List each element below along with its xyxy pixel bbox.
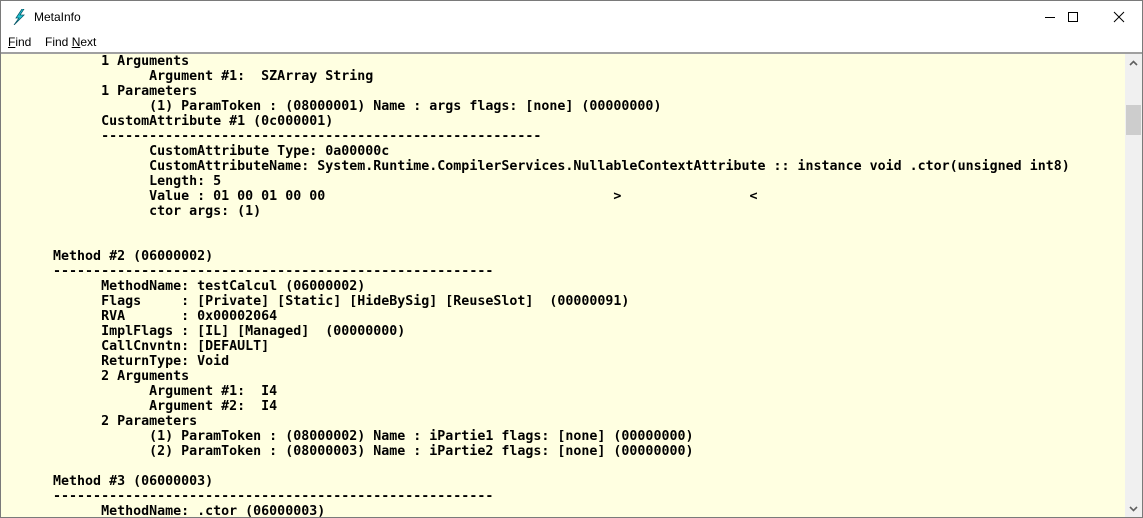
vertical-scrollbar[interactable] bbox=[1125, 54, 1142, 517]
metadata-line: Length: 5 bbox=[5, 174, 222, 189]
metadata-line: RVA : 0x00002064 bbox=[5, 309, 278, 324]
chevron-down-icon bbox=[1129, 505, 1138, 512]
menu-bar: Find Find Next bbox=[1, 33, 1142, 52]
metadata-line: (1) ParamToken : (08000001) Name : args … bbox=[5, 99, 662, 114]
scroll-thumb[interactable] bbox=[1126, 105, 1141, 135]
menu-find[interactable]: Find bbox=[8, 35, 31, 49]
metadata-line bbox=[5, 234, 1125, 249]
title-bar[interactable]: MetaInfo bbox=[1, 1, 1142, 33]
metadata-line bbox=[5, 219, 1125, 234]
close-icon bbox=[1113, 11, 1125, 23]
metadata-line: ----------------------------------------… bbox=[5, 489, 494, 504]
metadata-text-view[interactable]: 1 Arguments Argument #1: SZArray String … bbox=[1, 54, 1125, 517]
metadata-line: Argument #1: SZArray String bbox=[5, 69, 374, 84]
scroll-up-button[interactable] bbox=[1125, 54, 1142, 71]
scroll-down-button[interactable] bbox=[1125, 500, 1142, 517]
metadata-line: CustomAttributeName: System.Runtime.Comp… bbox=[5, 159, 1070, 174]
metadata-line: ImplFlags : [IL] [Managed] (00000000) bbox=[5, 324, 406, 339]
metadata-line: Argument #1: I4 bbox=[5, 384, 278, 399]
menu-find-next[interactable]: Find Next bbox=[45, 35, 96, 49]
lightning-app-icon bbox=[13, 9, 25, 25]
metadata-line: Argument #2: I4 bbox=[5, 399, 278, 414]
metadata-line: MethodName: .ctor (06000003) bbox=[5, 504, 326, 517]
metadata-line: Method #2 (06000002) bbox=[5, 249, 214, 264]
metadata-lines: 1 Arguments Argument #1: SZArray String … bbox=[1, 54, 1125, 517]
metadata-line bbox=[5, 459, 1125, 474]
metadata-line: 2 Parameters bbox=[5, 414, 198, 429]
window-title: MetaInfo bbox=[34, 10, 81, 24]
maximize-button[interactable] bbox=[1050, 1, 1096, 33]
metadata-line: (1) ParamToken : (08000002) Name : iPart… bbox=[5, 429, 694, 444]
metadata-line: Value : 01 00 01 00 00 > < bbox=[5, 189, 758, 204]
metadata-line: ctor args: (1) bbox=[5, 204, 262, 219]
metadata-line: 1 Arguments bbox=[5, 54, 190, 69]
metadata-line: (2) ParamToken : (08000003) Name : iPart… bbox=[5, 444, 694, 459]
metadata-line: ----------------------------------------… bbox=[5, 129, 542, 144]
maximize-icon bbox=[1068, 12, 1078, 22]
metadata-line: CustomAttribute Type: 0a00000c bbox=[5, 144, 390, 159]
metadata-line: ----------------------------------------… bbox=[5, 264, 494, 279]
metadata-line: MethodName: testCalcul (06000002) bbox=[5, 279, 366, 294]
metadata-line: CallCnvntn: [DEFAULT] bbox=[5, 339, 270, 354]
metadata-line: Flags : [Private] [Static] [HideBySig] [… bbox=[5, 294, 630, 309]
metadata-line: Method #3 (06000003) bbox=[5, 474, 214, 489]
chevron-up-icon bbox=[1129, 59, 1138, 66]
metadata-line: ReturnType: Void bbox=[5, 354, 230, 369]
metadata-line: 1 Parameters bbox=[5, 84, 198, 99]
close-button[interactable] bbox=[1096, 1, 1142, 33]
metadata-line: 2 Arguments bbox=[5, 369, 190, 384]
metainfo-window: MetaInfo Find Find Next 1 Arguments Argu… bbox=[0, 0, 1143, 518]
metadata-line: CustomAttribute #1 (0c000001) bbox=[5, 114, 334, 129]
